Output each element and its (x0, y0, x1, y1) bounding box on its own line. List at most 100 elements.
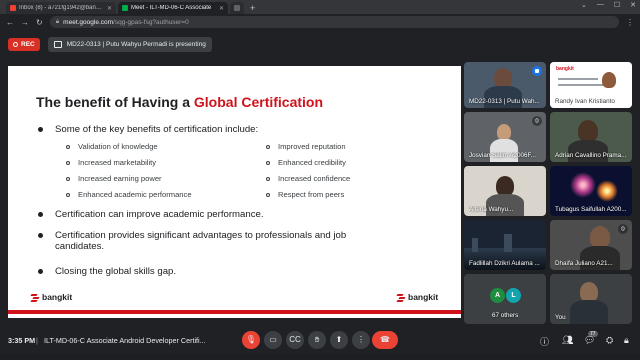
city-building (504, 234, 512, 252)
bullet-4: Closing the global skills gap. (38, 266, 176, 277)
gmail-icon (10, 5, 16, 11)
captions-icon: CC (289, 335, 301, 344)
tab-meet[interactable]: Meet - ILT-MD-06-C Associate ✕ (118, 2, 228, 14)
participant-name: Fadlillah Dzikri Aulama ... (469, 260, 540, 267)
end-call-button[interactable]: ☎︎ (372, 331, 398, 349)
circle-bullet (66, 176, 70, 181)
participant-tile[interactable]: Alferia Wahyu... (464, 166, 546, 216)
captions-button[interactable]: CC (286, 331, 304, 349)
separator: | (36, 336, 38, 345)
meeting-time: 3:35 PM (8, 336, 36, 345)
participant-video-body (570, 300, 608, 324)
participant-name: You (555, 314, 566, 321)
bullet-dot (38, 269, 43, 274)
present-screen-icon (53, 40, 62, 48)
camera-icon: ▭ (269, 335, 277, 344)
circle-bullet (66, 160, 70, 165)
avatar: L (506, 288, 521, 303)
extensions-icon[interactable]: ⋮ (626, 18, 634, 27)
maximize-icon[interactable]: ☐ (614, 1, 620, 9)
participant-video (497, 124, 511, 140)
url-path: /sqg-gpas-fsg?authuser=0 (113, 18, 189, 26)
close-tab-icon[interactable]: ✕ (219, 5, 224, 12)
circle-bullet (66, 144, 70, 149)
meet-icon (122, 5, 128, 11)
bullet-2: Certification can improve academic perfo… (38, 209, 264, 220)
more-options-button[interactable]: ⋮ (352, 331, 370, 349)
others-tile[interactable]: A L 67 others (464, 274, 546, 324)
chat-icon[interactable]: 💬︎ (584, 335, 595, 346)
close-tab-icon[interactable]: ✕ (107, 5, 112, 12)
window-controls: ⌄ — ☐ ✕ (581, 1, 636, 9)
url-host: meet.google.com (63, 18, 114, 26)
sub-text: Increased marketability (78, 158, 157, 167)
participant-tile[interactable]: Tubagus Saifullah A200... (550, 166, 632, 216)
bullet-3: Certification provides significant advan… (38, 230, 346, 252)
sub-text: Increased earning power (78, 174, 162, 183)
meeting-name: ILT-MD-06-C Associate Android Developer … (44, 336, 206, 345)
new-tab-button[interactable]: + (246, 2, 259, 14)
minimize-icon[interactable]: — (597, 1, 604, 9)
close-window-icon[interactable]: ✕ (630, 1, 636, 9)
os-taskbar (0, 354, 640, 360)
back-icon[interactable]: ← (6, 18, 14, 27)
reload-icon[interactable]: ↻ (36, 18, 43, 27)
present-button[interactable]: ⬆ (330, 331, 348, 349)
participant-tile-presenter[interactable]: MD22-0313 | Putu Wah... (464, 62, 546, 108)
participant-name: Josvian Salim A2006F... (469, 152, 536, 159)
address-bar-row: ← → ↻ 🔒︎ meet.google.com/sqg-gpas-fsg?au… (0, 14, 640, 30)
presenting-indicator-icon (532, 66, 542, 76)
mic-off-button[interactable]: 🎙︎ (242, 331, 260, 349)
slide-title-accent: Global Certification (193, 94, 324, 110)
lock-icon: 🔒︎ (55, 18, 60, 25)
sub-text: Enhanced academic performance (78, 190, 192, 199)
mini-logo: bangkit (556, 66, 574, 72)
present-icon: ⬆ (335, 335, 343, 344)
sub-text: Enhanced credibility (278, 158, 346, 167)
tab-gmail[interactable]: Inbox (8) - a721fg1942@bangkit ✕ (6, 2, 116, 14)
logo-text: bangkit (42, 292, 73, 302)
bullet-1: Some of the key benefits of certificatio… (38, 124, 258, 135)
participant-tile[interactable]: Fadlillah Dzikri Aulama ... (464, 220, 546, 270)
circle-bullet (66, 192, 70, 197)
participant-name: Dhaifa Juliano A21... (555, 260, 613, 267)
sub-item: Increased confidence (266, 174, 350, 183)
participant-video (590, 226, 610, 248)
camera-button[interactable]: ▭ (264, 331, 282, 349)
raise-hand-button[interactable]: ✋︎ (308, 331, 326, 349)
recording-badge[interactable]: REC (8, 37, 40, 51)
mic-off-icon: 🎙︎ (245, 335, 257, 344)
tab-label: Inbox (8) - a721fg1942@bangkit (19, 5, 104, 11)
participant-name: Adrian Cavallino Prama... (555, 152, 627, 159)
slide-title: The benefit of Having a Global Certifica… (36, 94, 323, 110)
activities-icon[interactable]: ⛭ (606, 335, 613, 346)
participant-name: MD22-0313 | Putu Wah... (469, 98, 540, 105)
bullet-text: Some of the key benefits of certificatio… (55, 124, 259, 135)
tab-extra[interactable] (230, 2, 244, 14)
host-controls-icon[interactable]: 🔒︎ (624, 335, 629, 346)
sub-text: Respect from peers (278, 190, 345, 199)
presenting-banner: MD22-0313 | Putu Wahyu Permadi is presen… (47, 36, 212, 52)
fireworks-image (570, 172, 596, 198)
participant-tile[interactable]: ⦸ Dhaifa Juliano A21... (550, 220, 632, 270)
participant-video (496, 176, 514, 196)
participant-video (580, 282, 598, 302)
participant-tile[interactable]: Adrian Cavallino Prama... (550, 112, 632, 162)
participant-tile[interactable]: ⦸ Josvian Salim A2006F... (464, 112, 546, 162)
url-field[interactable]: 🔒︎ meet.google.com/sqg-gpas-fsg?authuser… (49, 16, 619, 28)
bullet-text: Certification provides significant advan… (55, 230, 346, 252)
meet-top-bar: REC MD22-0313 | Putu Wahyu Permadi is pr… (0, 30, 640, 58)
sub-item: Increased earning power (66, 174, 162, 183)
participant-video (494, 68, 512, 88)
forward-icon[interactable]: → (21, 18, 29, 27)
info-icon[interactable]: ⓘ (540, 335, 549, 348)
logo-text: bangkit (408, 292, 439, 302)
page-icon (234, 5, 240, 11)
city-building (472, 238, 478, 252)
chevron-down-icon[interactable]: ⌄ (581, 1, 587, 9)
participant-tile[interactable]: bangkit Randy Ivan Kristianto (550, 62, 632, 108)
more-icon: ⋮ (357, 335, 365, 344)
people-icon[interactable]: 👥︎ (562, 335, 573, 346)
self-tile[interactable]: You (550, 274, 632, 324)
circle-bullet (266, 160, 270, 165)
